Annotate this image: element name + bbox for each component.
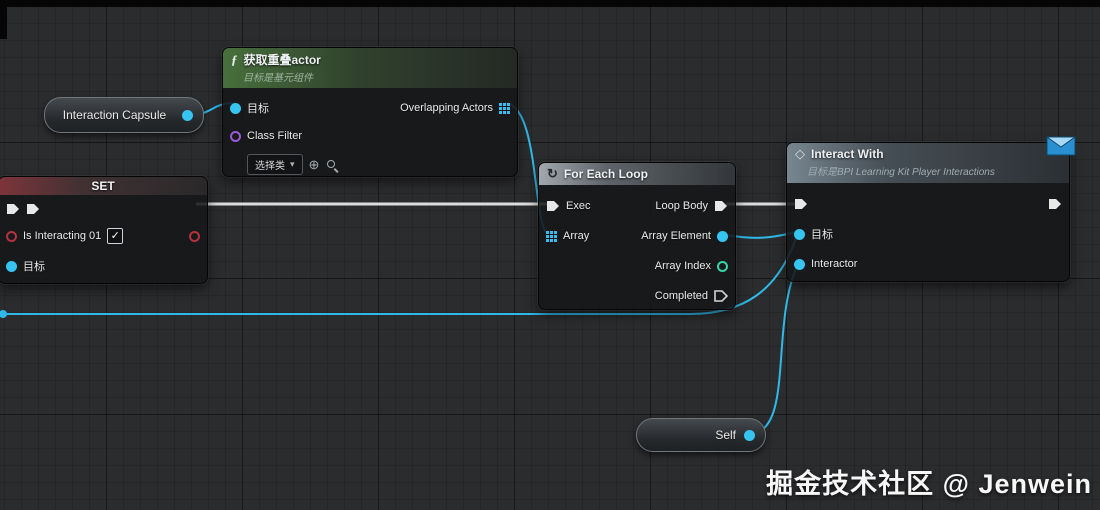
get-overlapping-header[interactable]: ƒ 获取重叠actor 目标是基元组件: [223, 48, 517, 88]
array-element-pin[interactable]: [717, 230, 728, 242]
search-icon[interactable]: [325, 158, 338, 171]
loop-icon: ↻: [547, 166, 558, 181]
is-interacting-checkbox[interactable]: ✓: [107, 228, 124, 244]
is-interacting-input-pin[interactable]: [6, 230, 17, 242]
node-interact-with[interactable]: ◇ Interact With 目标是BPI Learning Kit Play…: [786, 136, 1076, 282]
array-index-label: Array Index: [654, 260, 711, 272]
get-overlapping-title: 获取重叠actor: [243, 53, 321, 67]
interactor-label: Interactor: [811, 258, 858, 270]
pick-class-icon[interactable]: ⊕: [309, 158, 320, 171]
foreach-array-pin[interactable]: [546, 230, 557, 242]
class-filter-label: Class Filter: [247, 130, 303, 142]
is-interacting-output-pin[interactable]: [189, 230, 200, 242]
set-header[interactable]: SET: [0, 177, 207, 195]
self-label: Self: [715, 428, 736, 442]
function-icon: ƒ: [231, 51, 238, 67]
interaction-capsule-output-pin[interactable]: [182, 109, 193, 121]
completed-label: Completed: [654, 290, 708, 302]
array-index-pin[interactable]: [717, 260, 728, 272]
interact-with-header[interactable]: ◇ Interact With 目标是BPI Learning Kit Play…: [787, 143, 1069, 183]
interact-exec-out-pin[interactable]: [1048, 197, 1062, 211]
blueprint-canvas[interactable]: Interaction Capsule ƒ 获取重叠actor 目标是基元组件 …: [0, 0, 1100, 510]
interact-exec-in-pin[interactable]: [794, 197, 808, 211]
array-element-label: Array Element: [641, 230, 711, 242]
node-set-is-interacting[interactable]: SET Is Interacting 01 ✓ 目标: [0, 176, 208, 284]
self-output-pin[interactable]: [744, 429, 755, 441]
check-icon: ✓: [110, 229, 120, 242]
loop-body-label: Loop Body: [655, 200, 708, 212]
class-filter-pin[interactable]: [230, 130, 241, 142]
interact-target-label: 目标: [811, 229, 833, 241]
node-for-each-loop[interactable]: ↻ For Each Loop Exec Loop Body Array Arr…: [538, 162, 736, 310]
for-each-loop-header[interactable]: ↻ For Each Loop: [539, 163, 735, 185]
get-overlapping-target-label: 目标: [247, 103, 269, 115]
foreach-array-label: Array: [563, 230, 590, 242]
wire-self-to-interactor: [751, 263, 799, 435]
watermark-text: 掘金技术社区 @ Jenwein: [766, 469, 1092, 499]
set-exec-in-pin[interactable]: [6, 202, 20, 216]
is-interacting-label: Is Interacting 01: [23, 230, 102, 242]
node-get-overlapping-actors[interactable]: ƒ 获取重叠actor 目标是基元组件 目标 Overlapping Actor…: [222, 47, 518, 177]
interaction-capsule-label: Interaction Capsule: [62, 108, 167, 122]
overlapping-actors-label: Overlapping Actors: [400, 102, 493, 114]
foreach-exec-label: Exec: [566, 200, 591, 212]
class-filter-dropdown-label: 选择类: [255, 160, 285, 172]
interactor-pin[interactable]: [794, 258, 805, 270]
node-interaction-capsule[interactable]: Interaction Capsule: [44, 97, 204, 133]
interface-icon: ◇: [795, 146, 805, 161]
set-target-pin[interactable]: [6, 260, 17, 272]
class-filter-dropdown[interactable]: 选择类 ▾: [247, 153, 303, 175]
completed-exec-pin[interactable]: [714, 289, 728, 303]
for-each-loop-title: For Each Loop: [563, 167, 648, 181]
get-overlapping-subtitle: 目标是基元组件: [243, 73, 313, 84]
left-border-notch: [0, 7, 7, 39]
interact-with-title: Interact With: [811, 147, 884, 161]
node-self[interactable]: Self: [636, 418, 766, 452]
message-envelope-icon: [1046, 136, 1076, 156]
chevron-down-icon: ▾: [290, 158, 295, 169]
interact-target-pin[interactable]: [794, 228, 805, 240]
set-exec-out-pin[interactable]: [26, 202, 40, 216]
wire-endpoint-dot: [0, 310, 7, 318]
loop-body-exec-pin[interactable]: [714, 199, 728, 213]
foreach-exec-in-pin[interactable]: [546, 199, 560, 213]
overlapping-actors-array-pin[interactable]: [499, 102, 510, 114]
get-overlapping-target-pin[interactable]: [230, 102, 241, 114]
set-target-label: 目标: [23, 261, 45, 273]
set-title: SET: [91, 179, 115, 193]
top-border-bar: [0, 0, 1100, 7]
interact-with-subtitle: 目标是BPI Learning Kit Player Interactions: [807, 167, 995, 178]
